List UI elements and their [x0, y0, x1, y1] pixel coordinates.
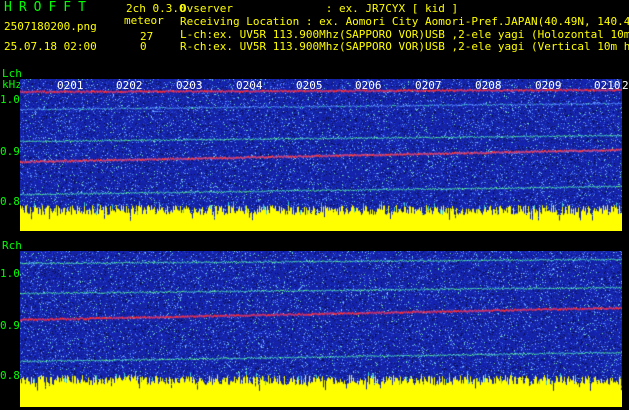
rch-spectrogram	[20, 251, 622, 407]
time-tick: 0202	[116, 79, 143, 92]
time-tick: 0207	[415, 79, 442, 92]
lch-unit: kHz	[2, 78, 22, 91]
time-tick: 0210	[594, 79, 621, 92]
hrofft-window: HROFFT 2ch 0.3.0 meteor 2507180200.png 2…	[0, 0, 629, 410]
time-tick: 0203	[176, 79, 203, 92]
lch-spectrogram	[20, 79, 622, 231]
rch-label: Rch	[2, 239, 22, 252]
observer-info: Ovserver : ex. JR7CYX [ kid ]	[180, 2, 459, 15]
app-logo: HROFFT	[4, 0, 93, 15]
lch-ytick-3: 0.8	[0, 195, 20, 208]
rch-ytick-2: 0.9	[0, 319, 20, 332]
lch-ytick-2: 0.9	[0, 145, 20, 158]
time-tick: 0208	[475, 79, 502, 92]
time-tick: 2	[622, 79, 629, 92]
datetime-label: 25.07.18 02:00	[4, 40, 97, 53]
time-tick: 0204	[236, 79, 263, 92]
lch-ytick-1: 1.0	[0, 93, 20, 106]
rch-ytick-1: 1.0	[0, 267, 20, 280]
rch-info: R-ch:ex. UV5R 113.900Mhz(SAPPORO VOR)USB…	[180, 40, 629, 53]
location-info: Receiving Location : ex. Aomori City Aom…	[180, 15, 629, 28]
time-tick: 0201	[57, 79, 84, 92]
lch-info: L-ch:ex. UV5R 113.900Mhz(SAPPORO VOR)USB…	[180, 28, 629, 41]
rch-ytick-3: 0.8	[0, 369, 20, 382]
time-tick: 0206	[355, 79, 382, 92]
time-tick: 0205	[296, 79, 323, 92]
meteor-count-r: 0	[140, 40, 147, 53]
time-tick: 0209	[535, 79, 562, 92]
meteor-label: meteor	[124, 14, 164, 27]
version-label: 2ch 0.3.0	[126, 2, 186, 15]
filename-label: 2507180200.png	[4, 20, 97, 33]
